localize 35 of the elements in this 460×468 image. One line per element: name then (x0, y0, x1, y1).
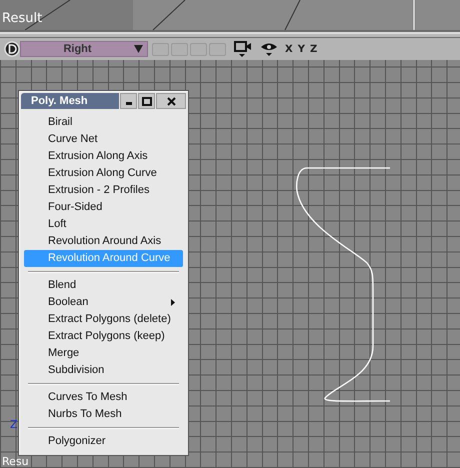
menu-item[interactable]: Revolution Around Axis (24, 233, 183, 250)
viewport-label: Resu (2, 456, 29, 468)
close-icon (166, 96, 176, 106)
menu-item[interactable]: Extrusion - 2 Profiles (24, 182, 183, 199)
menu-item[interactable]: Extrusion Along Axis (24, 148, 183, 165)
camera-icon[interactable] (234, 40, 252, 58)
minimize-button[interactable] (120, 93, 137, 109)
axis-toggle[interactable]: Z (308, 44, 318, 54)
axis-label: Z (10, 418, 18, 431)
menu-item[interactable]: Extract Polygons (delete) (24, 311, 183, 328)
display-icon[interactable] (4, 41, 20, 57)
menu-item[interactable]: Extract Polygons (keep) (24, 328, 183, 345)
menu-item[interactable]: Blend (24, 277, 183, 294)
splitter-bar[interactable] (0, 30, 460, 38)
menu-item[interactable]: Extrusion Along Curve (24, 165, 183, 182)
axis-toggle[interactable]: X (284, 44, 294, 54)
menu-item[interactable]: Birail (24, 114, 183, 131)
menu-item[interactable]: Boolean (24, 294, 183, 311)
dropdown-arrow-icon (134, 45, 143, 53)
menu-item[interactable]: Curve Net (24, 131, 183, 148)
menu-item[interactable]: Subdivision (24, 362, 183, 379)
menu-item[interactable]: Loft (24, 216, 183, 233)
menu-title: Poly. Mesh (21, 93, 119, 109)
axis-toggle[interactable]: Y (296, 44, 306, 54)
menu-item[interactable]: Polygonizer (24, 433, 183, 450)
menu-item[interactable]: Merge (24, 345, 183, 362)
menu-item[interactable]: Nurbs To Mesh (24, 406, 183, 423)
maximize-button[interactable] (138, 93, 155, 109)
minimize-icon (126, 102, 132, 105)
close-button[interactable] (156, 93, 186, 109)
view-dropdown[interactable]: Right (20, 41, 148, 57)
viewport-label: Result (2, 11, 42, 27)
maximize-icon (142, 96, 152, 106)
menu-item[interactable]: Four-Sided (24, 199, 183, 216)
menu-item[interactable]: Curves To Mesh (24, 389, 183, 406)
